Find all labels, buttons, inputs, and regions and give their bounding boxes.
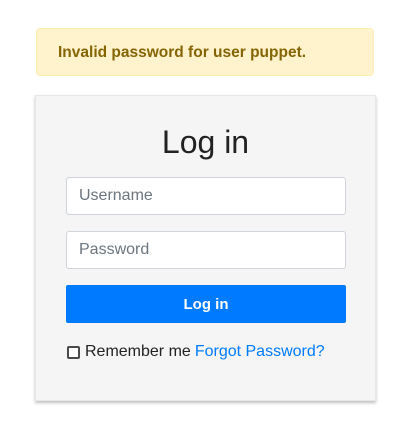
login-title: Log in	[161, 124, 250, 160]
login-button[interactable]: Log in	[66, 285, 346, 323]
error-alert: Invalid password for user puppet.	[36, 28, 374, 76]
login-card: Log in Log in Remember me Forgot Passwor…	[35, 95, 376, 401]
username-input[interactable]	[66, 177, 346, 215]
forgot-password-link[interactable]: Forgot Password?	[195, 343, 325, 361]
password-input[interactable]	[66, 231, 346, 269]
remember-label[interactable]: Remember me	[85, 343, 191, 361]
alert-message: Invalid password for user puppet.	[58, 44, 307, 61]
remember-row: Remember me Forgot Password?	[66, 342, 325, 362]
remember-checkbox[interactable]	[67, 345, 80, 359]
